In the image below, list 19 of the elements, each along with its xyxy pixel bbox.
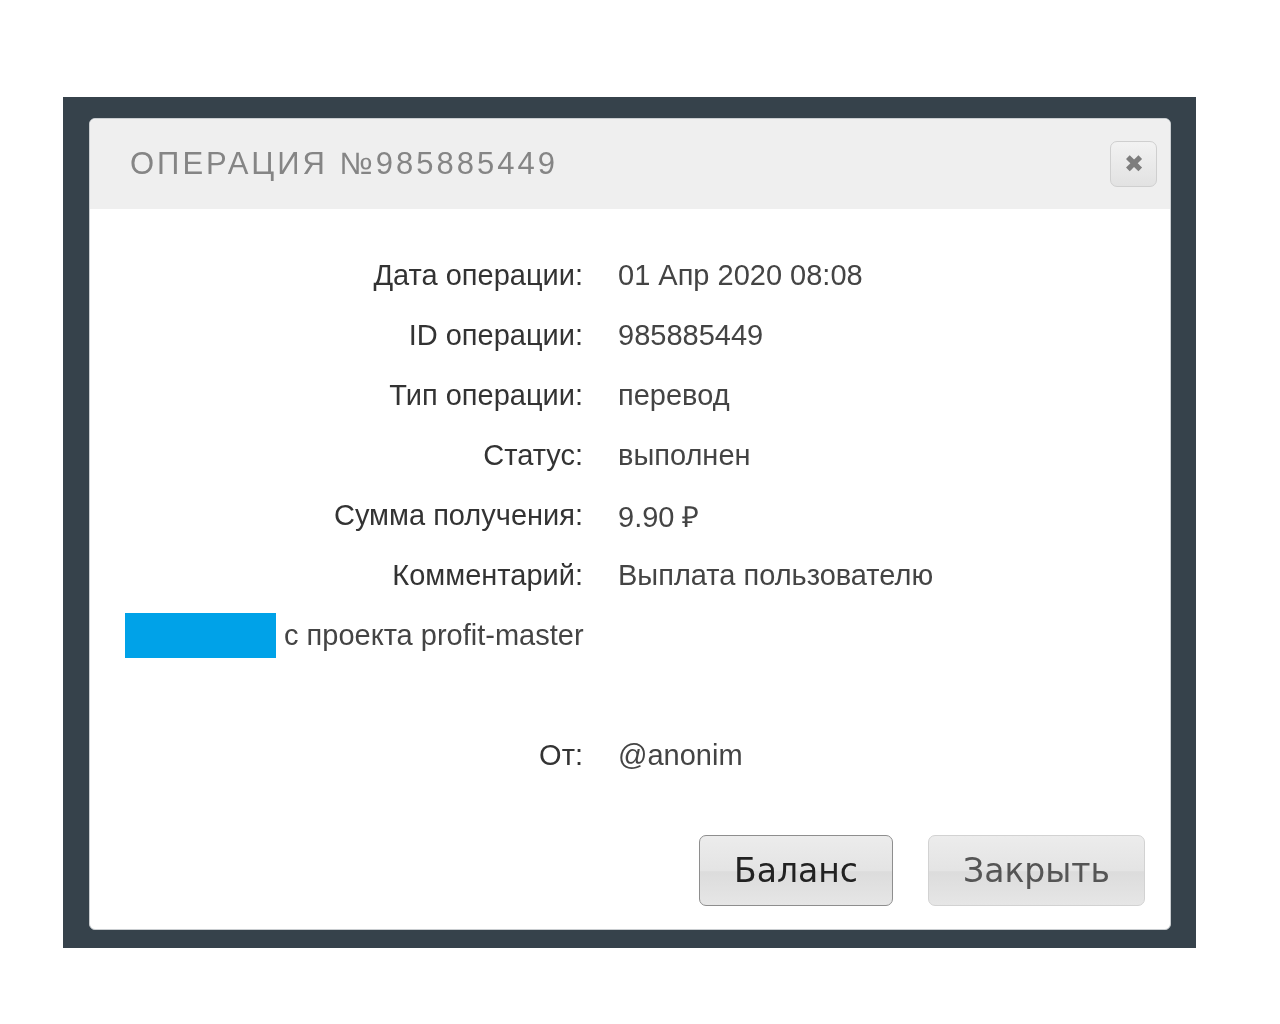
field-value: @anonim [618,738,743,772]
field-value: 9.90 ₽ [618,499,700,535]
field-value: 01 Апр 2020 08:08 [618,258,863,292]
field-label: Комментарий: [391,558,583,592]
balance-button[interactable]: Баланс [699,835,893,906]
close-button[interactable]: ✖ [1110,141,1157,187]
close-dialog-button[interactable]: Закрыть [928,835,1145,906]
field-label: Дата операции: [372,258,583,292]
field-value: перевод [618,378,730,412]
field-label: От: [538,738,583,772]
dialog-title: ОПЕРАЦИЯ №985885449 [130,146,558,182]
field-value: 985885449 [618,318,764,352]
field-label: Статус: [482,438,583,472]
field-value: Выплата пользователю [618,558,934,592]
field-label: Сумма получения: [333,498,583,532]
field-value: с проекта profit-master [284,618,584,652]
field-label: ID операции: [407,318,583,352]
field-label: Тип операции: [388,378,583,412]
field-value: выполнен [618,438,751,472]
